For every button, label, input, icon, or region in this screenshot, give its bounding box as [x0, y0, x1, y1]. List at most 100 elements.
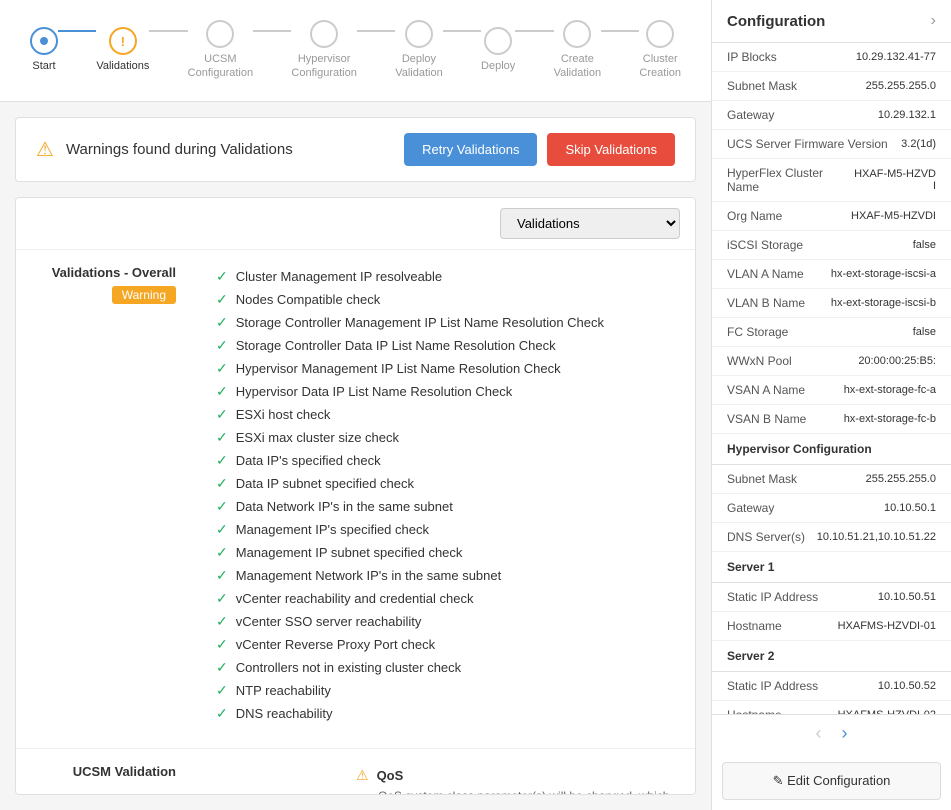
- validation-dropdown[interactable]: Validations UCSM Validation All: [500, 208, 680, 239]
- check-label-11: Data Network IP's in the same subnet: [236, 499, 453, 514]
- check-label-5: Hypervisor Management IP List Name Resol…: [236, 361, 561, 376]
- warning-banner: ⚠ Warnings found during Validations Retr…: [15, 117, 696, 182]
- check-label-4: Storage Controller Data IP List Name Res…: [236, 338, 556, 353]
- step-circle-validations: !: [109, 27, 137, 55]
- validations-overall-badge: Warning: [112, 286, 176, 304]
- check-ok-icon-8: ✓: [216, 429, 228, 446]
- step-circle-cluster-creation: [646, 20, 674, 48]
- check-ok-icon-20: ✓: [216, 705, 228, 722]
- check-item-11: ✓Data Network IP's in the same subnet: [216, 495, 604, 518]
- check-item-5: ✓ Hypervisor Management IP List Name Reso…: [216, 357, 604, 380]
- config-row-dns: DNS Server(s) 10.10.51.21,10.10.51.22: [712, 523, 951, 552]
- check-item-16: ✓ vCenter SSO server reachability: [216, 610, 604, 633]
- check-ok-icon-10: ✓: [216, 475, 228, 492]
- check-ok-icon-3: ✓: [216, 314, 228, 331]
- config-label-cluster-name: HyperFlex Cluster Name: [727, 166, 854, 194]
- step-validations: ! Validations: [96, 27, 149, 73]
- check-label-9: Data IP's specified check: [236, 453, 381, 468]
- config-row-fc-storage: FC Storage false: [712, 318, 951, 347]
- validation-header: Validations UCSM Validation All: [16, 198, 695, 250]
- nav-next-arrow[interactable]: ›: [842, 723, 848, 744]
- check-ok-icon-2: ✓: [216, 291, 228, 308]
- connector-1: [58, 30, 96, 32]
- step-circle-deploy: [484, 27, 512, 55]
- check-item-14: ✓Management Network IP's in the same sub…: [216, 564, 604, 587]
- check-item-13: ✓Management IP subnet specified check: [216, 541, 604, 564]
- step-label-hypervisor: HypervisorConfiguration: [291, 52, 356, 81]
- ucsm-qos-check: ⚠ QoS: [356, 764, 675, 787]
- check-item-12: ✓Management IP's specified check: [216, 518, 604, 541]
- retry-validations-button[interactable]: Retry Validations: [404, 133, 537, 166]
- validations-check-list: ✓Cluster Management IP resolveable ✓Node…: [216, 265, 604, 725]
- config-row-s2-ip: Static IP Address 10.10.50.52: [712, 672, 951, 701]
- sidebar-header: Configuration ›: [712, 0, 951, 43]
- config-row-iscsi: iSCSI Storage false: [712, 231, 951, 260]
- validations-overall-title: Validations - Overall: [36, 265, 176, 280]
- check-label-20: DNS reachability: [236, 706, 333, 721]
- step-circle-hypervisor: [310, 20, 338, 48]
- check-item-15: ✓ vCenter reachability and credential che…: [216, 587, 604, 610]
- config-row-vsan-a: VSAN A Name hx-ext-storage-fc-a: [712, 376, 951, 405]
- steps-container: Start ! Validations UCSMConfiguration Hy…: [30, 20, 681, 81]
- ucsm-content: ⚠ QoS QoS system class parameter(s) will…: [356, 764, 675, 795]
- nav-prev-arrow[interactable]: ‹: [816, 723, 822, 744]
- config-label-wwxn: WWxN Pool: [727, 354, 792, 368]
- config-value-fc-storage: false: [913, 326, 936, 338]
- step-circle-deploy-validation: [405, 20, 433, 48]
- step-label-create-validation: CreateValidation: [554, 52, 602, 81]
- check-item-10: ✓Data IP subnet specified check: [216, 472, 604, 495]
- config-value-s1-hostname: HXAFMS-HZVDI-01: [838, 620, 936, 632]
- step-ucsm: UCSMConfiguration: [188, 20, 253, 81]
- check-label-7: ESXi host check: [236, 407, 331, 422]
- main-content: Start ! Validations UCSMConfiguration Hy…: [0, 0, 711, 810]
- step-label-ucsm: UCSMConfiguration: [188, 52, 253, 81]
- edit-configuration-button[interactable]: ✎ Edit Configuration: [722, 762, 941, 800]
- check-item-19: ✓NTP reachability: [216, 679, 604, 702]
- config-label-s1-hostname: Hostname: [727, 619, 782, 633]
- warning-buttons: Retry Validations Skip Validations: [404, 133, 675, 166]
- sidebar-chevron-icon[interactable]: ›: [931, 12, 936, 30]
- config-label-subnet-mask: Subnet Mask: [727, 79, 797, 93]
- check-ok-icon-16: ✓: [216, 613, 228, 630]
- check-label-16: vCenter SSO server reachability: [236, 614, 422, 629]
- check-ok-icon-19: ✓: [216, 682, 228, 699]
- check-item-7: ✓ESXi host check: [216, 403, 604, 426]
- check-ok-icon-14: ✓: [216, 567, 228, 584]
- config-label-vlan-a: VLAN A Name: [727, 267, 804, 281]
- config-label-vsan-a: VSAN A Name: [727, 383, 805, 397]
- server1-header: Server 1: [712, 552, 951, 583]
- validations-overall-header: Validations - Overall Warning ✓Cluster M…: [36, 265, 675, 725]
- connector-6: [515, 30, 553, 32]
- config-label-ip-blocks: IP Blocks: [727, 50, 777, 64]
- config-row-hyp-gateway: Gateway 10.10.50.1: [712, 494, 951, 523]
- step-start: Start: [30, 27, 58, 73]
- config-label-fc-storage: FC Storage: [727, 325, 788, 339]
- check-ok-icon-15: ✓: [216, 590, 228, 607]
- validation-content: Validations UCSM Validation All Validati…: [15, 197, 696, 795]
- config-row-subnet-mask: Subnet Mask 255.255.255.0: [712, 72, 951, 101]
- config-label-iscsi: iSCSI Storage: [727, 238, 803, 252]
- config-value-gateway: 10.29.132.1: [878, 109, 936, 121]
- step-hypervisor: HypervisorConfiguration: [291, 20, 356, 81]
- check-ok-icon-4: ✓: [216, 337, 228, 354]
- step-create-validation: CreateValidation: [554, 20, 602, 81]
- check-label-15: vCenter reachability and credential chec…: [236, 591, 474, 606]
- connector-5: [443, 30, 481, 32]
- config-value-subnet-mask: 255.255.255.0: [866, 80, 936, 92]
- progress-bar: Start ! Validations UCSMConfiguration Hy…: [0, 0, 711, 102]
- check-item-2: ✓Nodes Compatible check: [216, 288, 604, 311]
- config-label-vlan-b: VLAN B Name: [727, 296, 805, 310]
- connector-3: [253, 30, 291, 32]
- config-value-iscsi: false: [913, 239, 936, 251]
- skip-validations-button[interactable]: Skip Validations: [547, 133, 675, 166]
- check-item-18: ✓Controllers not in existing cluster che…: [216, 656, 604, 679]
- config-row-ucs-firmware: UCS Server Firmware Version 3.2(1d): [712, 130, 951, 159]
- check-label-17: vCenter Reverse Proxy Port check: [236, 637, 435, 652]
- check-ok-icon-5: ✓: [216, 360, 228, 377]
- step-label-deploy: Deploy: [481, 59, 515, 73]
- config-label-ucs-firmware: UCS Server Firmware Version: [727, 137, 888, 151]
- config-label-hyp-subnet: Subnet Mask: [727, 472, 797, 486]
- config-label-gateway: Gateway: [727, 108, 774, 122]
- server2-header: Server 2: [712, 641, 951, 672]
- config-value-cluster-name: HXAF-M5-HZVDI: [854, 168, 936, 192]
